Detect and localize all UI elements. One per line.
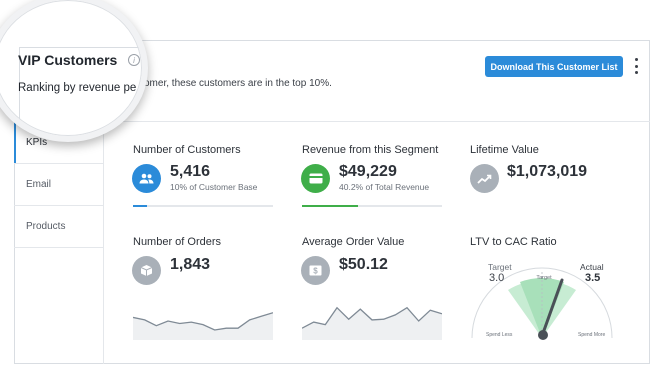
gauge-left-label: Spend Less — [486, 332, 513, 338]
gauge-target-value: 3.0 — [489, 272, 505, 284]
page-subtitle-magnified: Ranking by revenue pe — [18, 82, 137, 94]
svg-text:$: $ — [313, 267, 318, 276]
sidebar-nav: KPIs Email Products — [14, 122, 104, 364]
gauge-target-label: Target — [488, 262, 512, 272]
gauge-right-label: Spend More — [578, 332, 605, 338]
ltv-title: Lifetime Value — [470, 144, 539, 156]
download-customer-list-button[interactable]: Download This Customer List — [485, 56, 623, 77]
users-icon — [132, 164, 161, 193]
gauge-actual-value: 3.5 — [585, 272, 601, 284]
revenue-title: Revenue from this Segment — [302, 144, 439, 156]
orders-value: 1,843 — [170, 256, 211, 273]
gauge-center-label: Target — [536, 275, 552, 281]
revenue-progress-bar — [302, 205, 442, 207]
ltv-cac-title: LTV to CAC Ratio — [470, 236, 557, 248]
aov-title: Average Order Value — [302, 236, 405, 248]
aov-sparkline — [302, 306, 442, 340]
revenue-subtext: 40.2% of Total Revenue — [339, 182, 430, 192]
sidebar-item-label: Email — [26, 179, 52, 190]
orders-sparkline — [133, 312, 273, 340]
aov-value: $50.12 — [339, 256, 388, 273]
orders-title: Number of Orders — [133, 236, 222, 248]
credit-card-icon — [301, 164, 330, 193]
more-options-icon[interactable] — [633, 58, 639, 74]
customers-value: 5,416 — [170, 163, 211, 180]
box-icon — [132, 256, 161, 285]
dollar-bill-icon: $ — [301, 256, 330, 285]
ltv-value: $1,073,019 — [507, 163, 588, 180]
gauge-actual-label: Actual — [580, 262, 604, 272]
page-subtitle: omer, these customers are in the top 10%… — [144, 78, 332, 89]
info-icon[interactable]: i — [128, 54, 140, 66]
sidebar-item-products[interactable]: Products — [14, 206, 103, 248]
customers-subtext: 10% of Customer Base — [170, 182, 258, 192]
customers-progress-bar — [133, 205, 273, 207]
sidebar-item-label: Products — [26, 221, 66, 232]
header-divider — [104, 121, 650, 122]
revenue-value: $49,229 — [339, 163, 397, 180]
trend-up-icon — [470, 164, 499, 193]
magnified-frame-edge — [20, 47, 142, 48]
customers-title: Number of Customers — [133, 144, 241, 156]
sidebar-item-email[interactable]: Email — [14, 164, 103, 206]
page-title: VIP Customers — [18, 52, 118, 68]
